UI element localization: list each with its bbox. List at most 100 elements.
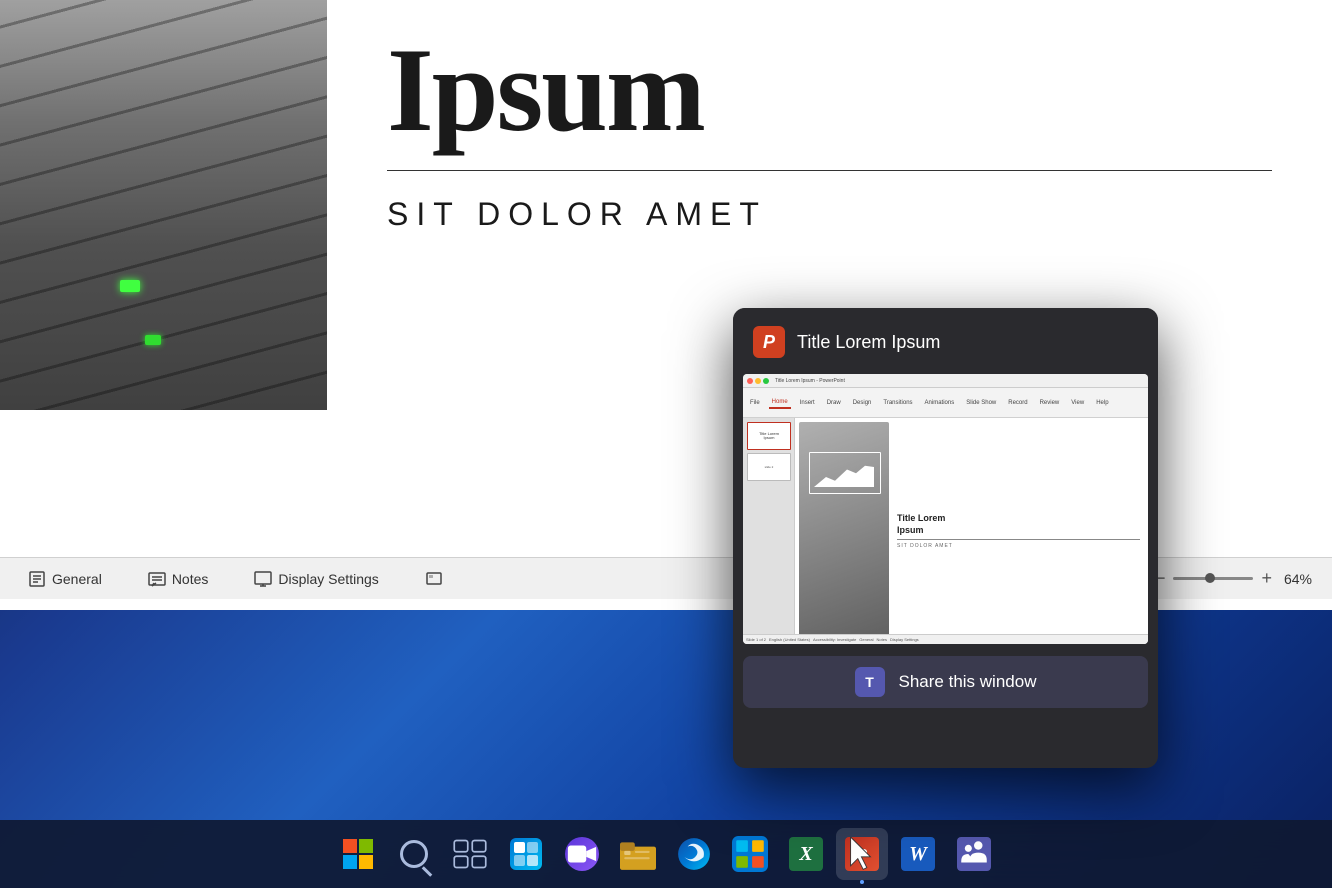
mini-main-slide-content: Title LoremIpsum SIT DOLOR AMET: [795, 418, 1148, 644]
mini-slide-image: [799, 422, 889, 640]
mini-ppt-toolbar: Title Lorem Ipsum - PowerPoint: [743, 374, 1148, 388]
mini-status-bar: Slide 1 of 2 English (United States) Acc…: [743, 634, 1148, 644]
powerpoint-thumbnail-popup: P Title Lorem Ipsum Title Lorem Ipsum - …: [733, 308, 1158, 768]
popup-window-title: Title Lorem Ipsum: [797, 332, 940, 353]
minimize-btn: [755, 378, 761, 384]
taskbar-file-explorer-button[interactable]: [612, 828, 664, 880]
taskbar-edge-button[interactable]: [668, 828, 720, 880]
taskbar-widgets-button[interactable]: [500, 828, 552, 880]
win-quad-4: [359, 855, 373, 869]
ribbon-help: Help: [1093, 398, 1111, 408]
widget-quad-1: [514, 842, 525, 853]
popup-preview-inner: Title Lorem Ipsum - PowerPoint File Home…: [743, 374, 1148, 644]
general-label: General: [52, 571, 102, 587]
mini-ppt-ribbon: File Home Insert Draw Design Transitions…: [743, 388, 1148, 418]
word-app-icon: W: [901, 837, 935, 871]
green-light-1: [120, 280, 140, 292]
statusbar-general[interactable]: General: [20, 566, 110, 592]
mini-display: Display Settings: [890, 637, 919, 642]
zoom-percent: 64%: [1284, 571, 1312, 587]
taskbar-word-button[interactable]: W: [892, 828, 944, 880]
taskbar-search-button[interactable]: [388, 828, 440, 880]
mini-slide-divider: [897, 539, 1140, 540]
popup-preview-area: Title Lorem Ipsum - PowerPoint File Home…: [743, 374, 1148, 644]
taskbar: X P W: [0, 820, 1332, 888]
taskbar-store-button[interactable]: [724, 828, 776, 880]
mini-slide-subtitle: SIT DOLOR AMET: [897, 543, 1140, 549]
taskbar-powerpoint-button[interactable]: P: [836, 828, 888, 880]
mini-thumb-1: Title LoremIpsum: [747, 422, 791, 450]
mini-slide-title: Title LoremIpsum: [897, 513, 1140, 536]
mini-lang: English (United States): [769, 637, 810, 642]
maximize-btn: [763, 378, 769, 384]
file-explorer-icon: [620, 836, 656, 872]
zoom-slider[interactable]: [1173, 577, 1253, 580]
widget-quad-2: [527, 842, 538, 853]
ribbon-draw: Draw: [824, 398, 844, 408]
win-quad-3: [343, 855, 357, 869]
statusbar-right-group: − + 64%: [1155, 568, 1312, 589]
zoom-app-icon: [565, 837, 599, 871]
statusbar-notes[interactable]: Notes: [140, 566, 217, 592]
share-button-label: Share this window: [899, 672, 1037, 692]
ribbon-review: Review: [1037, 398, 1063, 408]
mini-general: General: [859, 637, 873, 642]
display-settings-icon: [254, 570, 272, 588]
taskbar-teams-button[interactable]: [948, 828, 1000, 880]
ribbon-design: Design: [850, 398, 875, 408]
mini-accessibility: Accessibility: Investigate: [813, 637, 856, 642]
statusbar-slide-view[interactable]: [417, 566, 451, 592]
mini-slide-text: Title LoremIpsum SIT DOLOR AMET: [893, 422, 1144, 640]
zoom-control[interactable]: − + 64%: [1155, 568, 1312, 589]
win-quad-2: [359, 839, 373, 853]
mini-ppt-window: Title Lorem Ipsum - PowerPoint File Home…: [743, 374, 1148, 644]
ribbon-insert: Insert: [797, 398, 818, 408]
excel-icon: X: [789, 837, 823, 871]
teams-logo-icon: [957, 836, 991, 872]
statusbar-display-settings[interactable]: Display Settings: [246, 566, 386, 592]
taskbar-zoom-button[interactable]: [556, 828, 608, 880]
ribbon-trans: Transitions: [880, 398, 915, 408]
notes-icon: [148, 570, 166, 588]
popup-ppt-app-icon: P: [753, 326, 785, 358]
ribbon-file: File: [747, 398, 763, 408]
slide-divider: [387, 170, 1272, 171]
mini-thumb-2: slide 2: [747, 453, 791, 481]
green-light-2: [145, 335, 161, 345]
slide-main-title: Ipsum: [387, 30, 1272, 150]
general-icon: [28, 570, 46, 588]
search-icon: [400, 840, 428, 868]
powerpoint-app-icon: P: [845, 837, 879, 871]
slide-view-icon: [425, 570, 443, 588]
taskbar-excel-button[interactable]: X: [780, 828, 832, 880]
ribbon-view: View: [1068, 398, 1087, 408]
close-btn: [747, 378, 753, 384]
widgets-icon: [510, 838, 542, 870]
display-settings-label: Display Settings: [278, 571, 378, 587]
taskbar-start-button[interactable]: [332, 828, 384, 880]
windows-logo-icon: [343, 839, 373, 869]
ribbon-home: Home: [769, 397, 791, 409]
ribbon-anim: Animations: [922, 398, 958, 408]
edge-icon: [676, 836, 712, 872]
mini-ppt-body: Title LoremIpsum slide 2 Title LoremIpsu…: [743, 418, 1148, 644]
slide-image-stairs: [0, 0, 327, 410]
ribbon-record: Record: [1005, 398, 1030, 408]
task-view-icon: [452, 836, 488, 872]
share-this-window-button[interactable]: T Share this window: [743, 656, 1148, 708]
taskbar-task-view-button[interactable]: [444, 828, 496, 880]
zoom-plus-btn[interactable]: +: [1261, 568, 1272, 589]
win-quad-1: [343, 839, 357, 853]
cursor-icon: [847, 837, 883, 873]
notes-label: Notes: [172, 571, 209, 587]
teams-icon-in-share-btn: T: [855, 667, 885, 697]
slide-subtitle: SIT DOLOR AMET: [387, 196, 1272, 233]
popup-header: P Title Lorem Ipsum: [733, 308, 1158, 374]
mini-notes: Notes: [877, 637, 887, 642]
zoom-camera-icon: [565, 836, 599, 872]
microsoft-store-icon: [732, 836, 768, 872]
mini-slide-count: Slide 1 of 2: [746, 637, 766, 642]
widget-quad-4: [527, 855, 538, 866]
widget-quad-3: [514, 855, 525, 866]
teams-app-icon: [957, 837, 991, 871]
